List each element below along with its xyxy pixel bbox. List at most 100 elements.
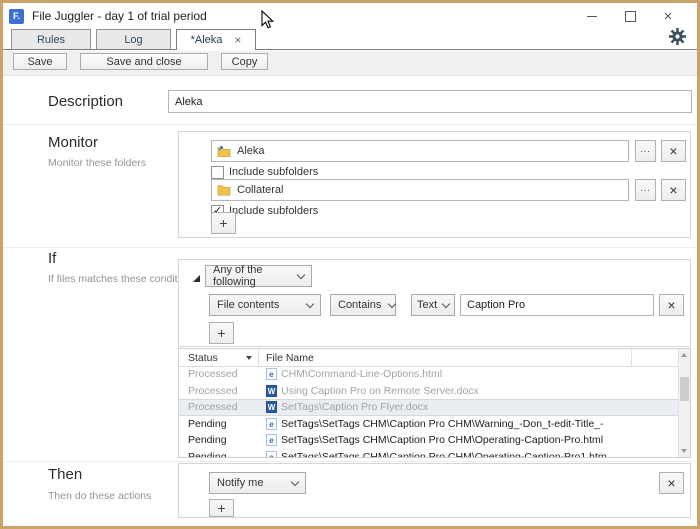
subfolders-label: Include subfolders	[229, 205, 319, 217]
action-dropdown[interactable]: Notify me	[209, 472, 306, 494]
table-row[interactable]: Processed W Using Caption Pro on Remote S…	[179, 383, 678, 400]
html-file-icon: e	[266, 434, 277, 447]
remove-folder-button[interactable]: ×	[661, 179, 686, 201]
chevron-down-icon	[305, 299, 315, 308]
expander-collapse-icon[interactable]	[192, 270, 201, 282]
row-status: Processed	[188, 401, 238, 414]
matched-files-table: Status File Name Processed e CHM\Command-…	[178, 348, 691, 458]
tab-aleka[interactable]: *Aleka ×	[176, 29, 256, 50]
condition-field-value: File contents	[217, 299, 280, 311]
monitor-panel: Aleka ... × Include subfolders Collatera…	[178, 131, 691, 238]
save-and-close-button[interactable]: Save and close	[80, 53, 208, 70]
html-file-icon: e	[266, 450, 277, 457]
table-row[interactable]: Pending e SetTags\SetTags CHM\Caption Pro…	[179, 449, 678, 458]
row-file-name: SetTags\SetTags CHM\Caption Pro CHM\Oper…	[281, 434, 604, 447]
minimize-icon	[587, 15, 597, 17]
word-file-icon: W	[266, 384, 277, 397]
description-input[interactable]	[168, 90, 692, 113]
tab-rules-label: Rules	[36, 33, 66, 46]
monitor-heading: Monitor	[48, 134, 99, 151]
status-header-label: Status	[188, 351, 218, 364]
row-status: Pending	[188, 434, 227, 447]
close-button[interactable]: ×	[649, 4, 687, 28]
action-value: Notify me	[217, 477, 264, 489]
subfolders-label: Include subfolders	[229, 166, 319, 178]
section-divider	[3, 124, 697, 125]
row-file-name: SetTags\SetTags CHM\Caption Pro CHM\Warn…	[281, 417, 604, 430]
title-bar: F. File Juggler - day 1 of trial period …	[3, 3, 697, 29]
app-icon: F.	[9, 8, 24, 24]
tab-log[interactable]: Log	[96, 29, 171, 49]
shared-folder-icon	[217, 146, 231, 157]
condition-type-value: Text	[417, 299, 438, 311]
remove-condition-button[interactable]: ×	[659, 294, 684, 316]
file-name-column-header[interactable]: File Name	[259, 349, 632, 366]
row-file-name: Using Caption Pro on Remote Server.docx	[281, 384, 479, 397]
scroll-up-icon[interactable]	[681, 353, 687, 357]
browse-folder-button[interactable]: ...	[635, 140, 656, 162]
scrollbar-thumb[interactable]	[680, 377, 689, 401]
vertical-scrollbar[interactable]	[678, 349, 690, 457]
word-file-icon: W	[266, 401, 277, 414]
description-label: Description	[48, 93, 124, 110]
maximize-button[interactable]	[611, 4, 649, 28]
if-heading: If	[48, 250, 57, 267]
table-row[interactable]: Pending e SetTags\SetTags CHM\Caption Pro…	[179, 432, 678, 449]
match-mode-dropdown[interactable]: Any of the following	[205, 264, 312, 288]
monitor-subheading: Monitor these folders	[48, 157, 147, 169]
table-row[interactable]: Processed e CHM\Command-Line-Options.html	[179, 366, 678, 383]
browse-folder-button[interactable]: ...	[635, 179, 656, 201]
folder-path-text: Aleka	[237, 145, 265, 157]
scroll-down-icon[interactable]	[681, 449, 687, 453]
file-name-header-label: File Name	[266, 351, 314, 364]
add-condition-button[interactable]: +	[209, 322, 234, 344]
then-panel: Notify me × +	[178, 463, 691, 518]
tab-close-icon[interactable]: ×	[234, 34, 241, 46]
html-file-icon: e	[266, 368, 277, 381]
chevron-down-icon	[296, 270, 306, 279]
table-row-selected[interactable]: Processed W SetTags\Caption Pro Flyer.doc…	[179, 399, 678, 416]
remove-folder-button[interactable]: ×	[661, 140, 686, 162]
tab-aleka-label: *Aleka	[190, 34, 223, 46]
folder-path-field[interactable]: Collateral	[211, 179, 629, 201]
folder-path-field[interactable]: Aleka	[211, 140, 629, 162]
condition-operator-dropdown[interactable]: Contains	[330, 294, 397, 316]
folder-icon	[217, 185, 231, 196]
window-controls: ×	[573, 4, 687, 28]
app-window: F. File Juggler - day 1 of trial period …	[0, 0, 700, 529]
chevron-down-icon	[441, 299, 451, 308]
subfolders-checkbox-unchecked[interactable]	[211, 165, 224, 179]
row-file-name: CHM\Command-Line-Options.html	[281, 368, 443, 381]
minimize-button[interactable]	[573, 4, 611, 28]
settings-gear-icon[interactable]	[669, 28, 686, 45]
remove-action-button[interactable]: ×	[659, 472, 684, 494]
row-status: Pending	[188, 450, 227, 458]
section-divider	[3, 461, 697, 462]
maximize-icon	[624, 10, 636, 22]
status-column-header[interactable]: Status	[179, 349, 259, 366]
chevron-down-icon	[290, 477, 300, 486]
condition-value-input[interactable]	[460, 294, 654, 316]
row-status: Pending	[188, 417, 227, 430]
if-panel: Any of the following File contents Conta…	[178, 259, 691, 347]
if-subheading: If files matches these conditions	[48, 273, 197, 285]
row-file-name: SetTags\Caption Pro Flyer.docx	[281, 401, 429, 414]
add-folder-button[interactable]: +	[211, 212, 236, 234]
add-action-button[interactable]: +	[209, 499, 234, 517]
condition-field-dropdown[interactable]: File contents	[209, 294, 321, 316]
table-row[interactable]: Pending e SetTags\SetTags CHM\Caption Pro…	[179, 416, 678, 433]
copy-button[interactable]: Copy	[221, 53, 268, 70]
tab-rules[interactable]: Rules	[11, 29, 91, 49]
then-heading: Then	[48, 466, 83, 483]
tab-log-label: Log	[124, 33, 143, 46]
row-file-name: SetTags\SetTags CHM\Caption Pro CHM\Oper…	[281, 450, 607, 458]
condition-type-dropdown[interactable]: Text	[411, 294, 455, 316]
section-divider	[3, 247, 697, 248]
filter-dropdown-icon[interactable]	[246, 355, 252, 360]
tab-strip: Rules Log *Aleka ×	[3, 29, 697, 50]
folder-path-text: Collateral	[237, 184, 284, 196]
window-title: File Juggler - day 1 of trial period	[32, 9, 207, 23]
save-button[interactable]: Save	[13, 53, 67, 70]
match-mode-value: Any of the following	[213, 264, 263, 288]
table-header: Status File Name	[179, 349, 678, 367]
